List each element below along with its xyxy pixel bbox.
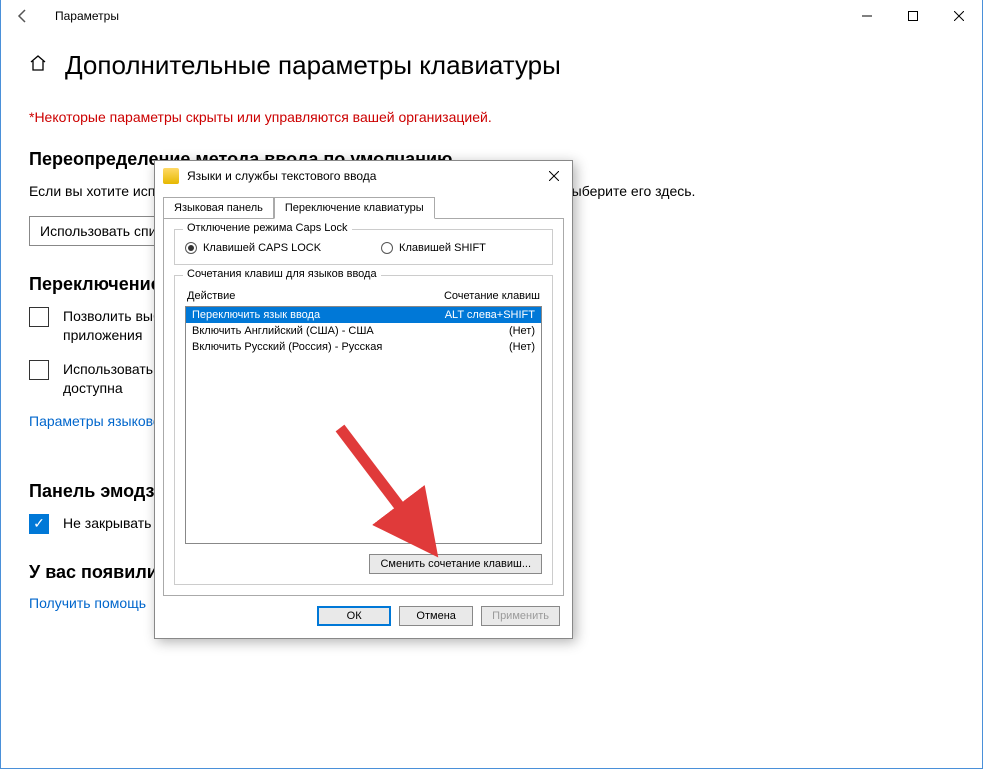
- dialog-icon: [163, 168, 179, 184]
- radio-shift-label: Клавишей SHIFT: [399, 242, 486, 254]
- help-link[interactable]: Получить помощь: [29, 595, 146, 611]
- dialog-body: Языковая панель Переключение клавиатуры …: [155, 191, 572, 596]
- emoji-checkbox[interactable]: ✓: [29, 514, 49, 534]
- tab-keyboard-switching[interactable]: Переключение клавиатуры: [274, 197, 435, 219]
- checkbox-1[interactable]: [29, 307, 49, 327]
- radio-icon: [381, 242, 393, 254]
- list-row[interactable]: Переключить язык ввода ALT слева+SHIFT: [186, 307, 541, 323]
- radio-capslock-label: Клавишей CAPS LOCK: [203, 242, 321, 254]
- checkbox-2[interactable]: [29, 360, 49, 380]
- tabs: Языковая панель Переключение клавиатуры: [163, 197, 564, 219]
- row-action: Включить Английский (США) - США: [192, 325, 374, 337]
- back-button[interactable]: [9, 2, 37, 30]
- warning-text: *Некоторые параметры скрыты или управляю…: [29, 109, 954, 125]
- window-title: Параметры: [55, 9, 119, 23]
- dialog-title: Языки и службы текстового ввода: [187, 169, 376, 183]
- row-action: Переключить язык ввода: [192, 309, 320, 321]
- page-header: Дополнительные параметры клавиатуры: [29, 50, 954, 81]
- ok-button[interactable]: ОК: [317, 606, 391, 626]
- list-headers: Действие Сочетание клавиш: [185, 286, 542, 306]
- text-services-dialog: Языки и службы текстового ввода Языковая…: [154, 160, 573, 639]
- list-row[interactable]: Включить Русский (Россия) - Русская (Нет…: [186, 339, 541, 355]
- hotkeys-listbox[interactable]: Переключить язык ввода ALT слева+SHIFT В…: [185, 306, 542, 544]
- row-hotkey: ALT слева+SHIFT: [445, 309, 535, 321]
- col-hotkey: Сочетание клавиш: [444, 290, 540, 302]
- tab-panel: Отключение режима Caps Lock Клавишей CAP…: [163, 218, 564, 596]
- cancel-button[interactable]: Отмена: [399, 606, 473, 626]
- col-action: Действие: [187, 290, 235, 302]
- maximize-button[interactable]: [890, 0, 936, 32]
- titlebar: Параметры: [1, 0, 982, 32]
- capslock-groupbox: Отключение режима Caps Lock Клавишей CAP…: [174, 229, 553, 265]
- hotkeys-group-title: Сочетания клавиш для языков ввода: [183, 268, 381, 280]
- row-hotkey: (Нет): [509, 325, 535, 337]
- apply-button: Применить: [481, 606, 560, 626]
- home-icon[interactable]: [29, 54, 47, 77]
- minimize-button[interactable]: [844, 0, 890, 32]
- radio-capslock[interactable]: Клавишей CAPS LOCK: [185, 242, 321, 254]
- change-hotkey-button[interactable]: Сменить сочетание клавиш...: [369, 554, 542, 574]
- list-row[interactable]: Включить Английский (США) - США (Нет): [186, 323, 541, 339]
- radio-icon: [185, 242, 197, 254]
- row-action: Включить Русский (Россия) - Русская: [192, 341, 382, 353]
- dialog-titlebar: Языки и службы текстового ввода: [155, 161, 572, 191]
- window-controls: [844, 0, 982, 32]
- hotkeys-groupbox: Сочетания клавиш для языков ввода Действ…: [174, 275, 553, 585]
- close-button[interactable]: [936, 0, 982, 32]
- row-hotkey: (Нет): [509, 341, 535, 353]
- radio-shift[interactable]: Клавишей SHIFT: [381, 242, 486, 254]
- dialog-close-button[interactable]: [544, 168, 564, 184]
- dialog-buttons: ОК Отмена Применить: [155, 596, 572, 638]
- capslock-group-title: Отключение режима Caps Lock: [183, 222, 352, 234]
- page-title: Дополнительные параметры клавиатуры: [65, 50, 561, 81]
- tab-language-bar[interactable]: Языковая панель: [163, 197, 274, 219]
